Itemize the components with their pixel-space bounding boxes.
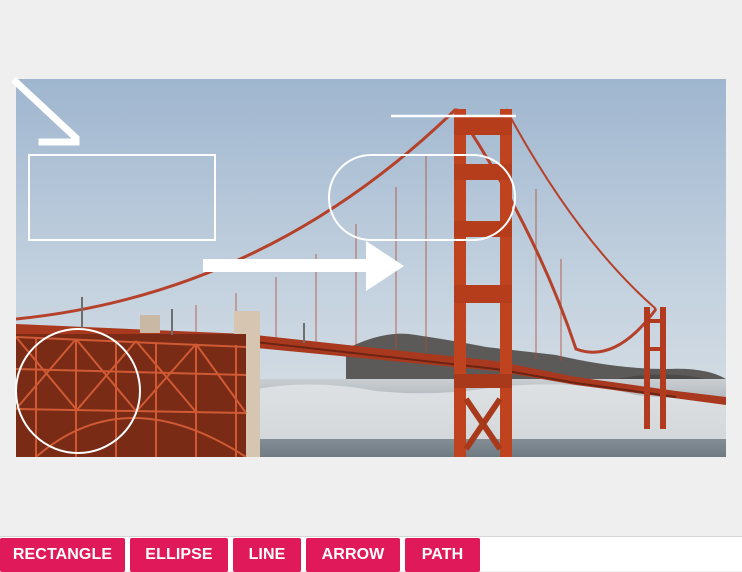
drawing-canvas[interactable] [0,0,742,536]
arrow-annotation[interactable] [203,241,404,291]
ellipse-button[interactable]: ELLIPSE [130,538,228,572]
circle-annotation[interactable] [15,328,141,454]
drawing-toolbar: RECTANGLE ELLIPSE LINE ARROW PATH [0,536,742,572]
annotation-layer [11,77,516,454]
rectangle-annotation[interactable] [28,154,216,241]
arrow-button[interactable]: ARROW [306,538,400,572]
rectangle-button[interactable]: RECTANGLE [0,538,125,572]
path-annotation[interactable] [11,77,80,146]
path-button[interactable]: PATH [405,538,480,572]
line-button[interactable]: LINE [233,538,301,572]
ellipse-annotation[interactable] [328,154,516,241]
